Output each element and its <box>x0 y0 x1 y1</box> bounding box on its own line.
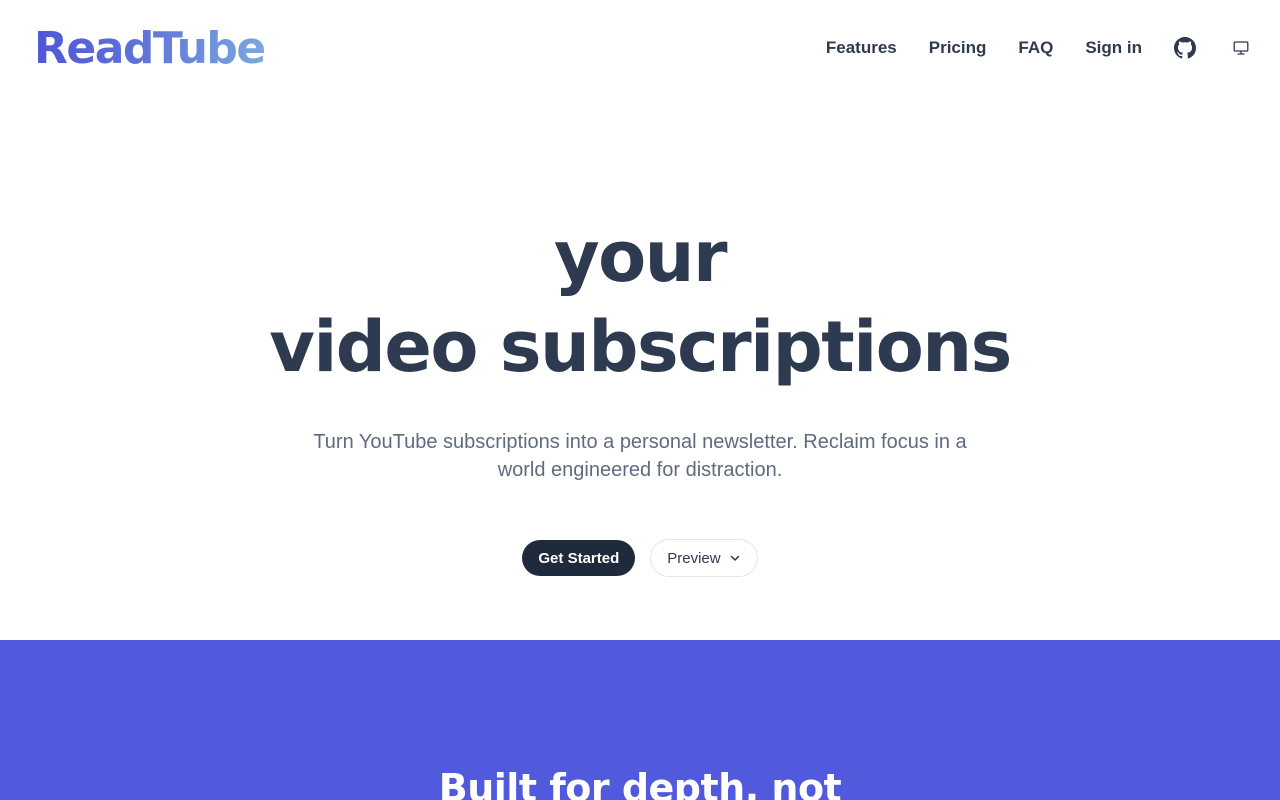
main-nav: Features Pricing FAQ Sign in <box>826 30 1250 66</box>
monitor-icon[interactable] <box>1232 39 1250 57</box>
nav-link-sign-in[interactable]: Sign in <box>1085 38 1142 58</box>
landing-page: ReadTube Features Pricing FAQ Sign in yo… <box>0 0 1280 800</box>
nav-link-pricing[interactable]: Pricing <box>929 38 987 58</box>
hero-title: your video subscriptions <box>0 212 1280 392</box>
cta-row: Get Started Preview <box>0 539 1280 577</box>
logo[interactable]: ReadTube <box>34 24 266 74</box>
hero-subtitle: Turn YouTube subscriptions into a person… <box>313 431 967 481</box>
nav-link-features[interactable]: Features <box>826 38 897 58</box>
feature-band: Built for depth, not <box>0 640 1280 800</box>
get-started-button[interactable]: Get Started <box>522 540 636 576</box>
feature-band-title: Built for depth, not <box>438 766 842 800</box>
preview-button[interactable]: Preview <box>650 539 758 577</box>
preview-button-label: Preview <box>667 549 721 567</box>
hero-title-line-1: your <box>553 216 728 298</box>
hero-title-line-2: video subscriptions <box>269 306 1012 388</box>
nav-link-faq[interactable]: FAQ <box>1018 38 1053 58</box>
chevron-down-icon <box>729 552 741 564</box>
github-icon[interactable] <box>1174 37 1196 59</box>
site-header: ReadTube Features Pricing FAQ Sign in <box>0 0 1280 96</box>
